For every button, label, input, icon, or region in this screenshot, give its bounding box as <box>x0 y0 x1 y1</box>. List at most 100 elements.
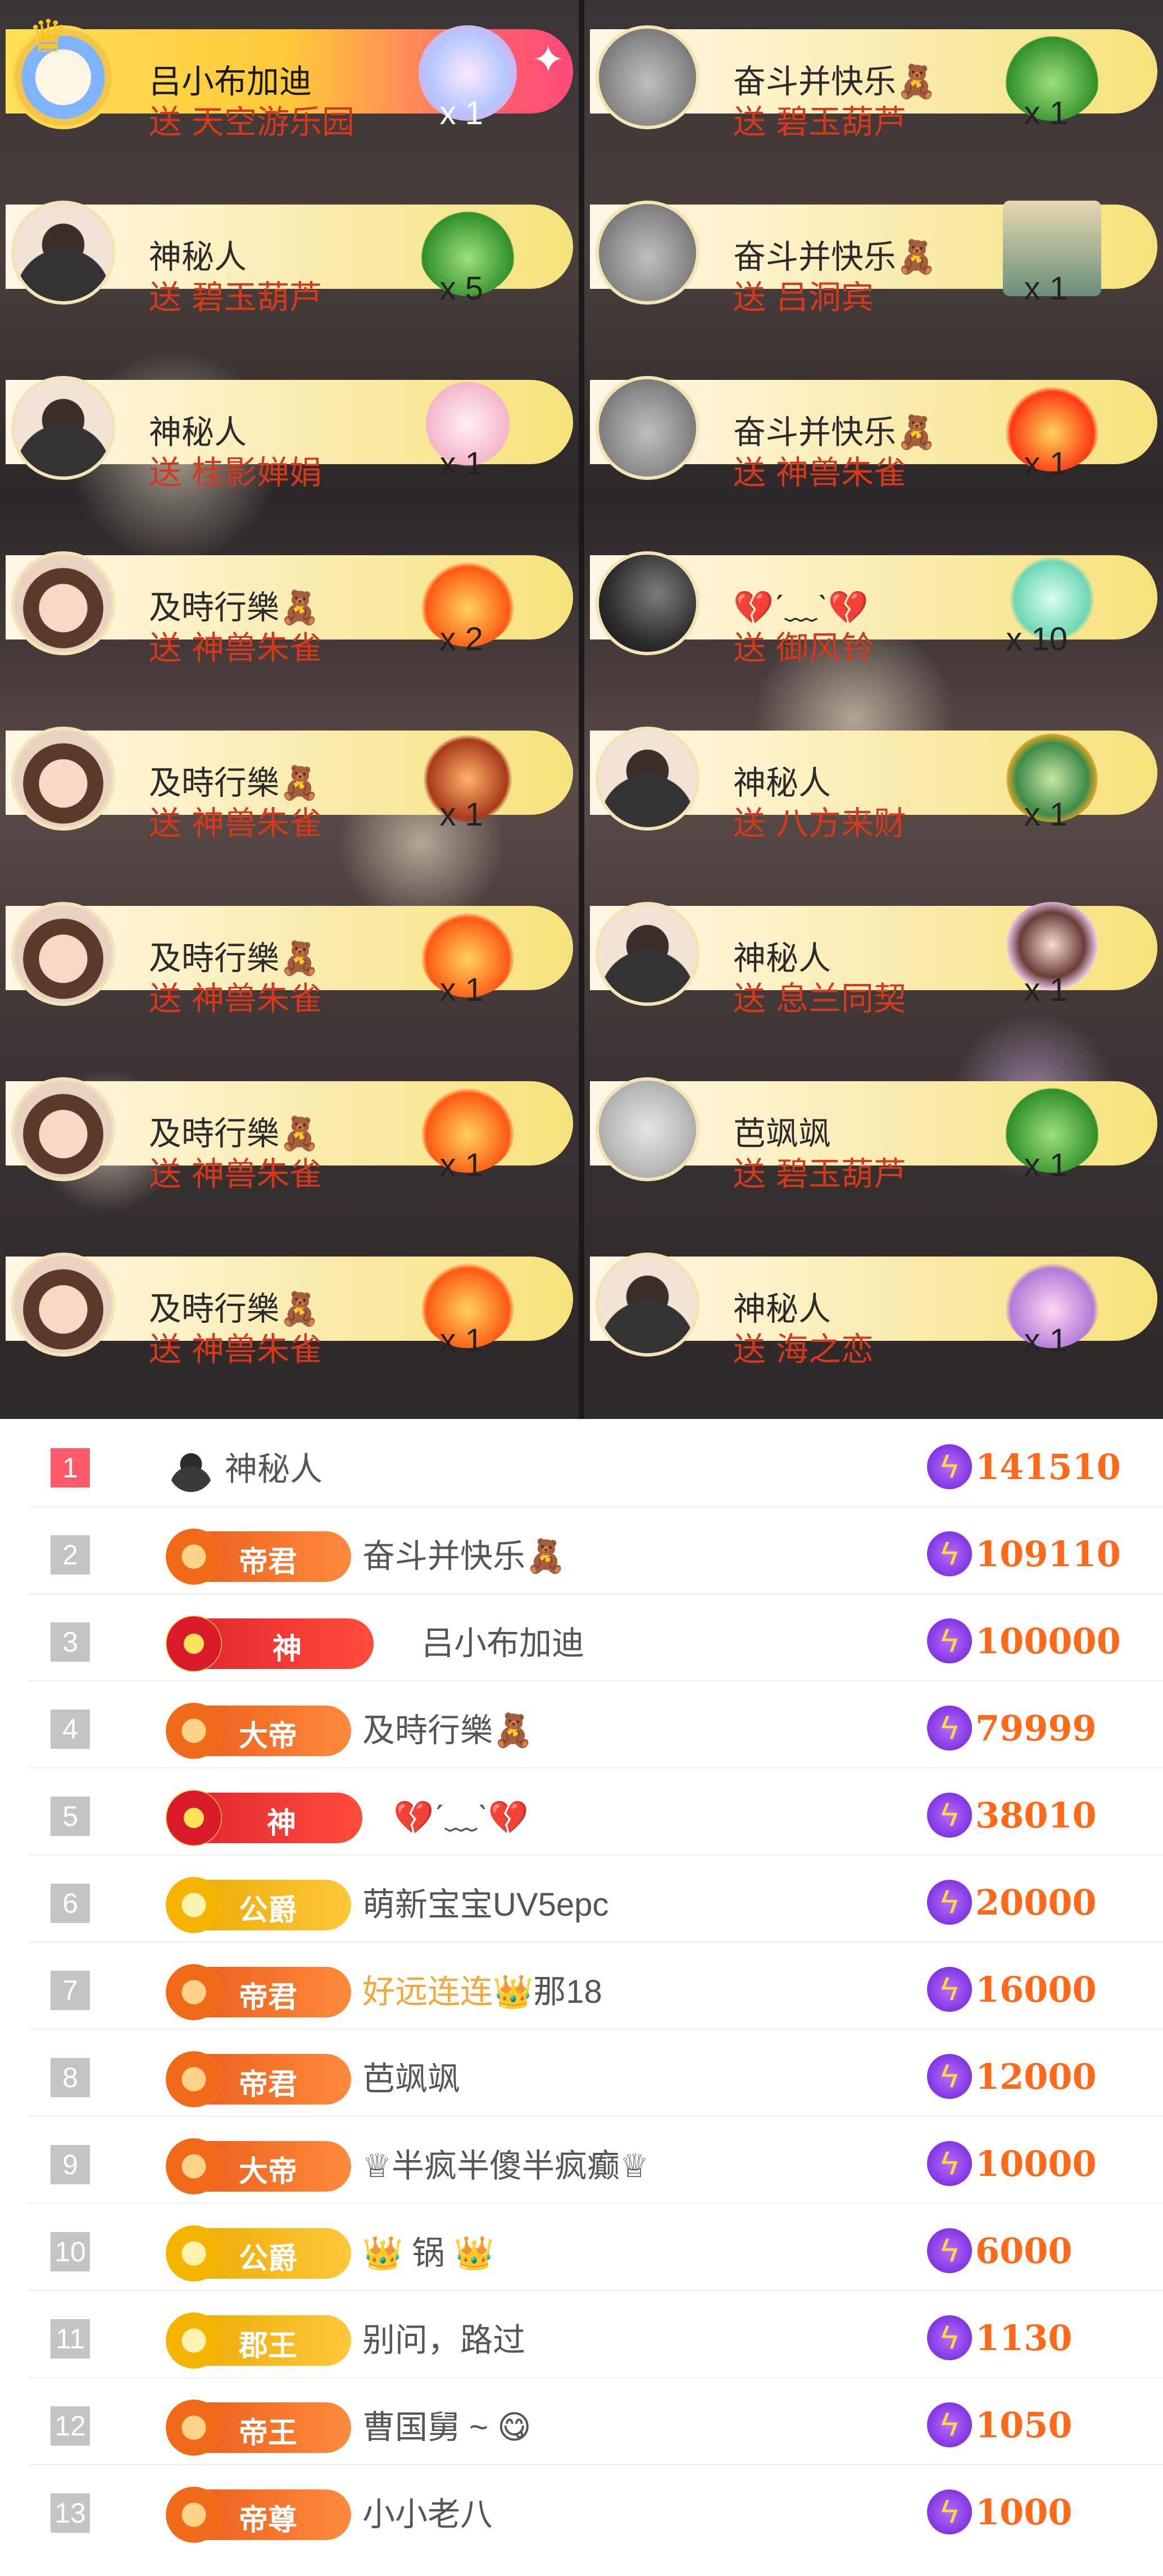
gift-count: x 1 <box>1024 1322 1067 1359</box>
level-badge: 帝尊 <box>166 2487 351 2543</box>
gift-count: x 1 <box>1024 95 1067 131</box>
ranking-score: ϟ 100000 <box>927 1618 1121 1669</box>
ranking-row[interactable]: 1 神秘人 ϟ 141510 <box>28 1419 1163 1507</box>
gift-entry[interactable]: 及時行樂🧸 送神兽朱雀 x 1 <box>0 707 579 842</box>
ranking-row[interactable]: 12 帝王 曹国舅 ~ 😋 ϟ 1050 <box>28 2377 1163 2465</box>
ranking-user-name[interactable]: 曹国舅 ~ 😋 <box>362 2402 531 2453</box>
ranking-user-name[interactable]: 好远连连👑那18 <box>362 1967 602 2017</box>
gift-name: 桂影婵娟 <box>192 455 322 491</box>
gift-name: 吕洞宾 <box>776 279 874 316</box>
ranking-row[interactable]: 9 大帝 ♕半疯半傻半疯癫♕ ϟ 10000 <box>28 2116 1163 2204</box>
ranking-user-name[interactable]: 💔ˊ﹏ˋ💔 <box>393 1793 529 1843</box>
gift-entry[interactable]: 及時行樂🧸 送神兽朱雀 x 1 <box>0 1058 579 1192</box>
badge-emblem-icon <box>166 1529 222 1585</box>
coin-emblem-icon <box>166 1877 222 1933</box>
gift-count: x 1 <box>439 1322 483 1359</box>
lightning-icon: ϟ <box>927 1880 972 1925</box>
gift-name: 神兽朱雀 <box>192 805 322 842</box>
ranking-user-name[interactable]: 别问，路过 <box>362 2315 525 2366</box>
lightning-icon: ϟ <box>927 2141 972 2186</box>
badge-emblem-icon <box>166 1964 222 2020</box>
dark-avatar[interactable] <box>596 551 699 655</box>
gift-count: x 1 <box>1024 796 1067 833</box>
lightning-icon: ϟ <box>927 1531 972 1576</box>
gift-feed-panel: ♛ 吕小布加迪 送天空游乐园 x 1 ✦ 神秘人 送碧玉葫芦 x 5 神秘人 送… <box>0 0 1163 1419</box>
ranking-row[interactable]: 3 神 吕小布加迪 ϟ 100000 <box>28 1593 1163 1681</box>
gift-entry[interactable]: 神秘人 送八方来财 x 1 <box>584 707 1163 842</box>
ranking-user-name[interactable]: 神秘人 <box>225 1444 322 1495</box>
ranking-user-name[interactable]: 萌新宝宝UV5epc <box>362 1880 608 1930</box>
gift-entry[interactable]: 奋斗并快乐🧸 送碧玉葫芦 x 1 <box>584 6 1163 140</box>
gift-entry[interactable]: 及時行樂🧸 送神兽朱雀 x 1 <box>0 882 579 1017</box>
gift-entry[interactable]: 奋斗并快乐🧸 送神兽朱雀 x 1 <box>584 356 1163 491</box>
send-verb: 送 <box>149 279 182 316</box>
ranking-user-name[interactable]: 👑 锅 👑 <box>362 2228 494 2279</box>
sparkle-icon: ✦ <box>531 38 565 81</box>
ranking-user-name[interactable]: 小小老八 <box>362 2489 493 2540</box>
lightning-icon: ϟ <box>927 2054 972 2099</box>
gift-feed-left-column: ♛ 吕小布加迪 送天空游乐园 x 1 ✦ 神秘人 送碧玉葫芦 x 5 神秘人 送… <box>0 0 579 1419</box>
ranking-user-name[interactable]: 奋斗并快乐🧸 <box>362 1531 566 1582</box>
mystery-avatar[interactable] <box>596 727 699 831</box>
gift-count: x 1 <box>439 95 483 131</box>
ranking-user-name[interactable]: ♕半疯半傻半疯癫♕ <box>362 2141 649 2192</box>
gift-count: x 1 <box>1024 972 1067 1008</box>
ranking-score: ϟ 1050 <box>927 2402 1073 2453</box>
level-badge: 帝君 <box>166 2051 351 2107</box>
gift-entry[interactable]: 神秘人 送桂影婵娟 x 1 <box>0 356 579 491</box>
rank-number: 2 <box>51 1535 90 1575</box>
send-verb: 送 <box>733 1156 766 1192</box>
level-badge: 大帝 <box>166 2138 351 2194</box>
gift-entry[interactable]: 神秘人 送碧玉葫芦 x 5 <box>0 181 579 316</box>
ranking-row[interactable]: 2 帝君 奋斗并快乐🧸 ϟ 109110 <box>28 1506 1163 1594</box>
mist-avatar[interactable] <box>596 201 699 305</box>
gift-entry[interactable]: 神秘人 送海之恋 x 1 <box>584 1233 1163 1368</box>
ranking-user-name[interactable]: 及時行樂🧸 <box>362 1706 533 1756</box>
gift-count: x 1 <box>439 972 483 1008</box>
girl-avatar[interactable] <box>11 1077 115 1181</box>
ranking-user-name[interactable]: 吕小布加迪 <box>421 1618 584 1669</box>
walker-avatar[interactable] <box>596 1077 699 1181</box>
lightning-icon: ϟ <box>927 2315 972 2360</box>
gift-name: 天空游乐园 <box>192 104 355 140</box>
ranking-row[interactable]: 4 大帝 及時行樂🧸 ϟ 79999 <box>28 1680 1163 1768</box>
gift-entry[interactable]: 芭飒飒 送碧玉葫芦 x 1 <box>584 1058 1163 1192</box>
lightning-icon: ϟ <box>927 1618 972 1663</box>
girl-avatar[interactable] <box>11 1253 115 1357</box>
gift-count: x 1 <box>439 796 483 833</box>
gift-entry[interactable]: 及時行樂🧸 送神兽朱雀 x 2 <box>0 532 579 666</box>
gift-name: 息兰同契 <box>776 981 907 1017</box>
ranking-user-name[interactable]: 芭飒飒 <box>362 2054 460 2105</box>
gift-entry[interactable]: 及時行樂🧸 送神兽朱雀 x 1 <box>0 1233 579 1368</box>
gift-count: x 1 <box>1024 1147 1067 1183</box>
rank-number: 13 <box>51 2493 90 2533</box>
gift-entry[interactable]: 奋斗并快乐🧸 送吕洞宾 x 1 <box>584 181 1163 316</box>
star-emblem-icon <box>166 1616 222 1672</box>
ranking-row[interactable]: 10 公爵 👑 锅 👑 ϟ 6000 <box>28 2203 1163 2291</box>
mystery-avatar[interactable] <box>11 201 115 305</box>
crown-icon: ♛ <box>28 11 69 61</box>
lightning-icon: ϟ <box>927 2228 972 2273</box>
badge-emblem-icon <box>166 2400 222 2456</box>
mystery-avatar[interactable] <box>11 376 115 480</box>
level-badge: 公爵 <box>166 2225 351 2282</box>
girl-avatar[interactable] <box>11 551 115 655</box>
mist-avatar[interactable] <box>596 376 699 480</box>
ranking-row[interactable]: 6 公爵 萌新宝宝UV5epc ϟ 20000 <box>28 1854 1163 1943</box>
ranking-row[interactable]: 8 帝君 芭飒飒 ϟ 12000 <box>28 2029 1163 2117</box>
gift-entry[interactable]: 💔ˊ﹏ˋ💔 送御风铃 x 10 <box>584 532 1163 666</box>
ranking-row[interactable]: 7 帝君 好远连连👑那18 ϟ 16000 <box>28 1942 1163 2030</box>
girl-avatar[interactable] <box>11 902 115 1006</box>
girl-avatar[interactable] <box>11 727 115 831</box>
ranking-row[interactable]: 13 帝尊 小小老八 ϟ 1000 <box>28 2464 1163 2551</box>
level-badge: 公爵 <box>166 1877 351 1933</box>
gift-entry[interactable]: 神秘人 送息兰同契 x 1 <box>584 882 1163 1017</box>
rank-number: 6 <box>51 1884 90 1923</box>
ranking-row[interactable]: 5 神 💔ˊ﹏ˋ💔 ϟ 38010 <box>28 1767 1163 1856</box>
ranking-row[interactable]: 11 郡王 别问，路过 ϟ 1130 <box>28 2290 1163 2378</box>
mystery-avatar[interactable] <box>596 902 699 1006</box>
lightning-icon: ϟ <box>927 1967 972 2012</box>
mist-avatar[interactable] <box>596 25 699 129</box>
mystery-avatar[interactable] <box>596 1253 699 1357</box>
gift-entry[interactable]: ♛ 吕小布加迪 送天空游乐园 x 1 ✦ <box>0 6 579 140</box>
